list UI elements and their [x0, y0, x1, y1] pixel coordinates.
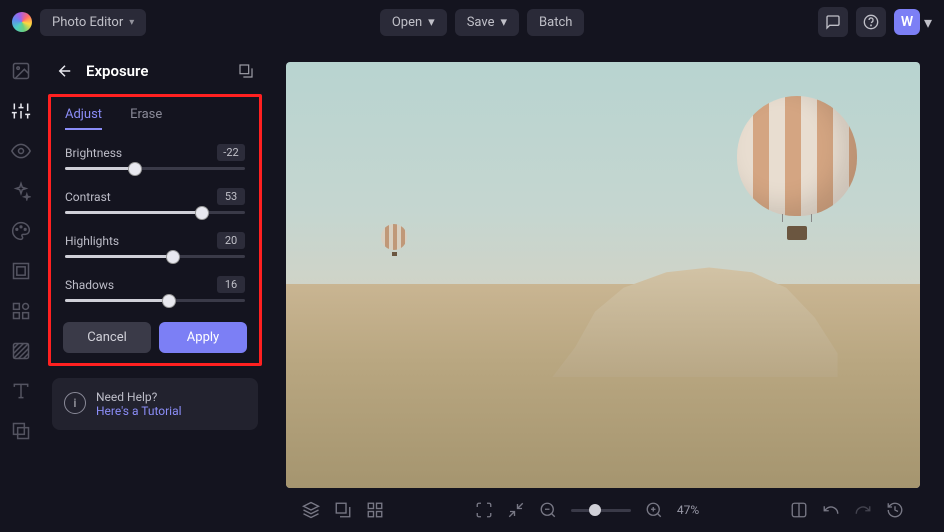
chat-icon: [825, 14, 841, 30]
slider-track[interactable]: [65, 299, 245, 302]
batch-button[interactable]: Batch: [527, 9, 584, 36]
apply-button[interactable]: Apply: [159, 322, 247, 353]
app-logo: [12, 12, 32, 32]
compare-toggle-icon[interactable]: [790, 501, 808, 519]
rail-texture-icon[interactable]: [10, 340, 32, 362]
image-canvas[interactable]: [286, 62, 920, 488]
account-menu[interactable]: W ▾: [894, 9, 932, 35]
slider-track[interactable]: [65, 211, 245, 214]
slider-label: Contrast: [65, 190, 111, 204]
rail-sparkle-icon[interactable]: [10, 180, 32, 202]
info-icon: i: [64, 392, 86, 414]
app-mode-label: Photo Editor: [52, 15, 123, 30]
adjustment-controls-highlight: Adjust Erase Brightness -22 Contrast 53: [48, 94, 262, 366]
tool-rail: [0, 44, 42, 532]
chevron-down-icon: ▾: [428, 15, 435, 30]
avatar: W: [894, 9, 920, 35]
rail-frame-icon[interactable]: [10, 260, 32, 282]
export-icon[interactable]: [334, 501, 352, 519]
balloon-small: [381, 224, 407, 256]
contrast-slider: Contrast 53: [53, 184, 257, 228]
save-button[interactable]: Save ▾: [455, 9, 519, 36]
feedback-button[interactable]: [818, 7, 848, 37]
back-button[interactable]: [56, 62, 74, 80]
canvas-area: 47%: [268, 44, 944, 532]
rail-image-icon[interactable]: [10, 60, 32, 82]
slider-value[interactable]: 16: [217, 276, 245, 293]
slider-thumb[interactable]: [128, 162, 142, 176]
layers-icon[interactable]: [302, 501, 320, 519]
compare-icon[interactable]: [238, 63, 254, 79]
rail-overlay-icon[interactable]: [10, 420, 32, 442]
slider-value[interactable]: -22: [217, 144, 245, 161]
slider-label: Shadows: [65, 278, 114, 292]
chevron-down-icon: ▾: [501, 15, 508, 30]
fit-icon[interactable]: [507, 501, 525, 519]
topbar: Photo Editor ▾ Open ▾ Save ▾ Batch W ▾: [0, 0, 944, 44]
slider-thumb[interactable]: [162, 294, 176, 308]
fullscreen-icon[interactable]: [475, 501, 493, 519]
grid-icon[interactable]: [366, 501, 384, 519]
rail-adjust-icon[interactable]: [10, 100, 32, 122]
shadows-slider: Shadows 16: [53, 272, 257, 316]
slider-value[interactable]: 53: [217, 188, 245, 205]
tab-adjust[interactable]: Adjust: [65, 107, 102, 130]
tab-erase[interactable]: Erase: [130, 107, 162, 130]
zoom-level: 47%: [677, 503, 699, 517]
slider-thumb[interactable]: [195, 206, 209, 220]
help-tutorial-link[interactable]: Here's a Tutorial: [96, 404, 182, 418]
balloon-large: [737, 96, 857, 236]
history-icon[interactable]: [886, 501, 904, 519]
help-button[interactable]: [856, 7, 886, 37]
chevron-down-icon: ▾: [924, 13, 932, 32]
zoom-thumb[interactable]: [589, 504, 601, 516]
rail-elements-icon[interactable]: [10, 300, 32, 322]
cancel-button[interactable]: Cancel: [63, 322, 151, 353]
slider-label: Brightness: [65, 146, 122, 160]
slider-track[interactable]: [65, 167, 245, 170]
rail-text-icon[interactable]: [10, 380, 32, 402]
zoom-slider[interactable]: [571, 509, 631, 512]
slider-thumb[interactable]: [166, 250, 180, 264]
zoom-out-icon[interactable]: [539, 501, 557, 519]
rail-palette-icon[interactable]: [10, 220, 32, 242]
slider-value[interactable]: 20: [217, 232, 245, 249]
bottombar: 47%: [286, 488, 920, 532]
help-card: i Need Help? Here's a Tutorial: [52, 378, 258, 430]
slider-label: Highlights: [65, 234, 119, 248]
rail-eye-icon[interactable]: [10, 140, 32, 162]
panel-title: Exposure: [86, 62, 226, 80]
side-panel: Exposure Adjust Erase Brightness -22: [42, 44, 268, 532]
app-mode-dropdown[interactable]: Photo Editor ▾: [40, 9, 146, 36]
question-icon: [863, 14, 879, 30]
undo-icon[interactable]: [822, 501, 840, 519]
help-title: Need Help?: [96, 390, 182, 404]
open-button[interactable]: Open ▾: [380, 9, 447, 36]
highlights-slider: Highlights 20: [53, 228, 257, 272]
zoom-in-icon[interactable]: [645, 501, 663, 519]
redo-icon[interactable]: [854, 501, 872, 519]
slider-track[interactable]: [65, 255, 245, 258]
brightness-slider: Brightness -22: [53, 140, 257, 184]
chevron-down-icon: ▾: [129, 17, 134, 28]
